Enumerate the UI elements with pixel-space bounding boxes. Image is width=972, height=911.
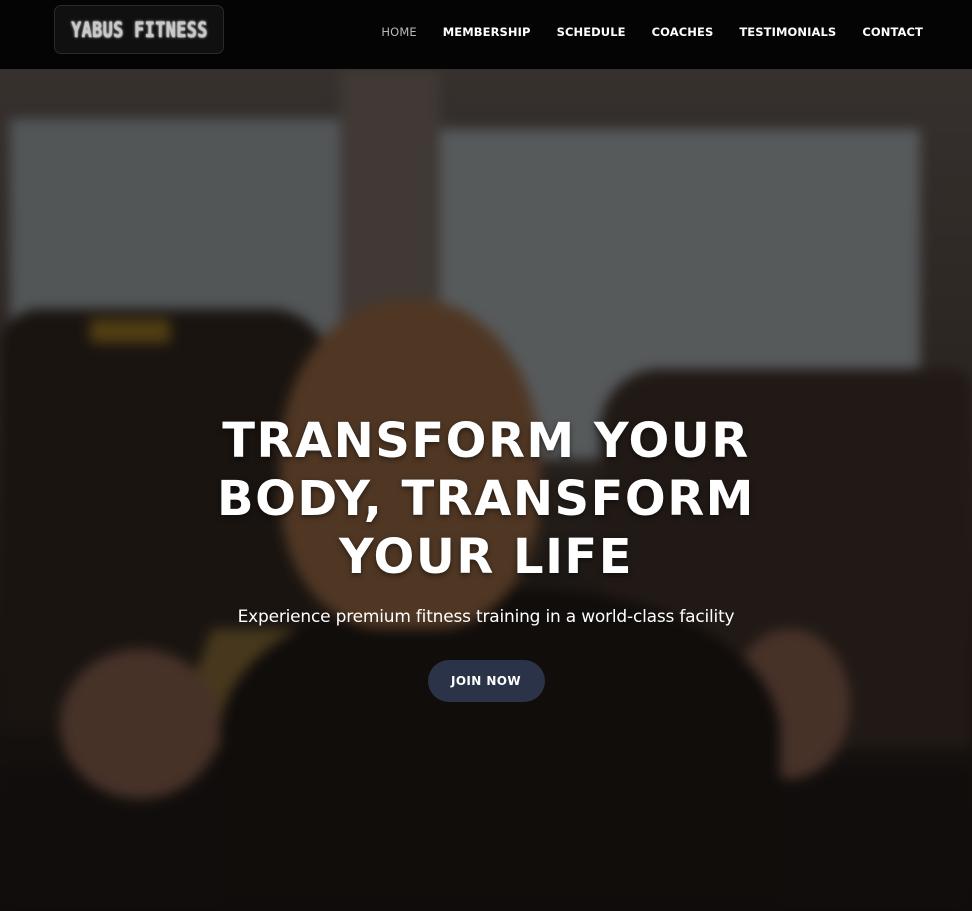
nav-link-testimonials[interactable]: TESTIMONIALS <box>739 25 836 39</box>
join-now-button[interactable]: JOIN NOW <box>427 660 545 702</box>
nav-link-schedule[interactable]: SCHEDULE <box>557 25 626 39</box>
nav-link-membership[interactable]: MEMBERSHIP <box>443 25 531 39</box>
hero-content: TRANSFORM YOUR BODY, TRANSFORM YOUR LIFE… <box>0 412 972 702</box>
brand-logo[interactable]: YABUS FITNESS <box>54 5 224 54</box>
nav-link-home[interactable]: HOME <box>381 25 416 39</box>
hero-title: TRANSFORM YOUR BODY, TRANSFORM YOUR LIFE <box>217 413 755 585</box>
top-navbar: YABUS FITNESS HOME MEMBERSHIP SCHEDULE C… <box>0 0 972 69</box>
nav-link-coaches[interactable]: COACHES <box>652 25 714 39</box>
hero-subtitle: Experience premium fitness training in a… <box>237 607 735 627</box>
nav-menu: HOME MEMBERSHIP SCHEDULE COACHES TESTIMO… <box>381 0 923 60</box>
nav-link-contact[interactable]: CONTACT <box>862 25 923 39</box>
brand-logo-text: YABUS FITNESS <box>70 17 208 42</box>
